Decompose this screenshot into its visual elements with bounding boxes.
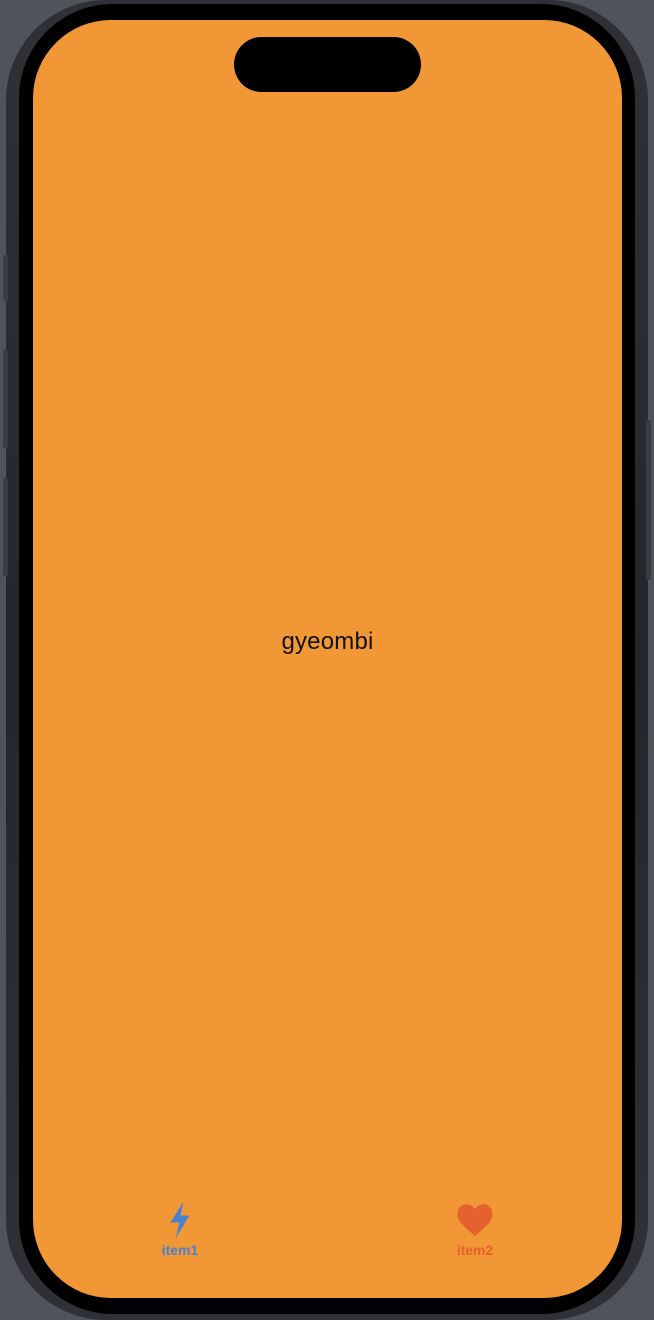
heart-icon bbox=[455, 1200, 495, 1240]
tab-item-item2[interactable]: item2 bbox=[415, 1200, 535, 1258]
tab-item-label: item2 bbox=[456, 1242, 494, 1258]
volume-up-button bbox=[3, 350, 8, 448]
volume-down-button bbox=[3, 478, 8, 576]
action-button bbox=[3, 255, 8, 301]
bolt-icon bbox=[160, 1200, 200, 1240]
tab-item-label: item1 bbox=[161, 1242, 199, 1258]
center-text: gyeombi bbox=[281, 628, 374, 655]
app-screen: gyeombi item1 item2 bbox=[33, 20, 622, 1298]
dynamic-island bbox=[234, 37, 421, 92]
power-button bbox=[646, 420, 651, 580]
tab-item-item1[interactable]: item1 bbox=[120, 1200, 240, 1258]
